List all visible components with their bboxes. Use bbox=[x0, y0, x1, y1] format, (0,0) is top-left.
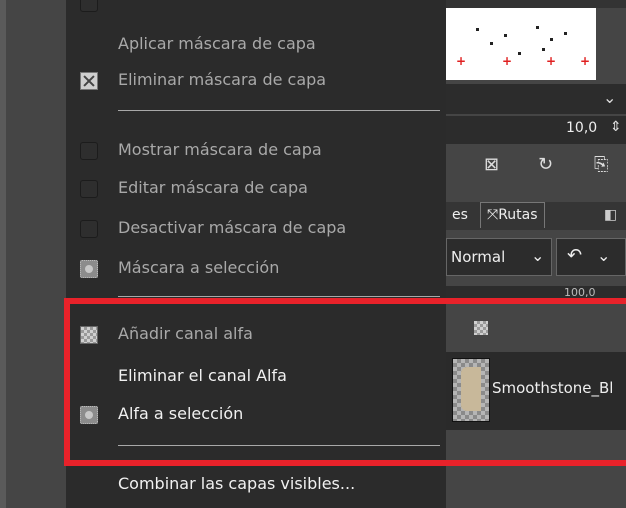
brush-preview[interactable]: + + + + bbox=[446, 8, 596, 80]
menu-item-label: Eliminar el canal Alfa bbox=[118, 366, 287, 385]
spacing-spinner[interactable]: 10,0 ⇕ bbox=[446, 116, 626, 144]
menu-item-label: Mostrar máscara de capa bbox=[118, 140, 322, 159]
menu-item-apply-mask[interactable]: Aplicar máscara de capa bbox=[66, 30, 446, 58]
selection-icon bbox=[80, 260, 98, 278]
dock-icon-row: ⊠ ↻ ⎘ bbox=[446, 148, 626, 184]
menu-item-show-mask[interactable]: Mostrar máscara de capa bbox=[66, 136, 446, 164]
menu-item-edit-mask[interactable]: Editar máscara de capa bbox=[66, 174, 446, 202]
lock-row bbox=[446, 318, 626, 340]
spinner-arrows-icon[interactable]: ⇕ bbox=[610, 119, 622, 135]
toggle-icon bbox=[80, 0, 98, 12]
toggle-icon bbox=[80, 220, 98, 238]
left-panel-edge bbox=[0, 0, 6, 508]
menu-item-label: Desactivar máscara de capa bbox=[118, 218, 347, 237]
layer-mode-row: Normal ⌄ ↶ ⌄ bbox=[446, 238, 626, 278]
mode-value: Normal bbox=[451, 248, 506, 266]
menu-separator bbox=[118, 445, 440, 446]
spacing-value: 10,0 bbox=[566, 120, 598, 136]
tab-menu-icon[interactable]: ◧ bbox=[604, 207, 617, 223]
menu-separator bbox=[118, 296, 440, 297]
menu-separator bbox=[118, 110, 440, 111]
mode-select[interactable]: Normal ⌄ bbox=[446, 238, 552, 276]
alpha-checker-icon bbox=[80, 326, 98, 344]
layer-thumbnail bbox=[452, 358, 490, 422]
brush-dropdown[interactable]: ⌄ bbox=[446, 84, 626, 114]
menu-item-label: Aplicar máscara de capa bbox=[118, 34, 316, 53]
menu-item-label: Alfa a selección bbox=[118, 404, 244, 423]
toggle-icon bbox=[80, 142, 98, 160]
menu-item-remove-alpha[interactable]: Eliminar el canal Alfa bbox=[66, 362, 446, 390]
menu-item-label: Eliminar máscara de capa bbox=[118, 70, 327, 89]
selection-icon bbox=[80, 406, 98, 424]
menu-item-mask-to-selection[interactable]: Máscara a selección bbox=[66, 254, 446, 282]
delete-icon[interactable]: ⊠ bbox=[484, 154, 499, 175]
menu-item-alpha-to-selection[interactable]: Alfa a selección bbox=[66, 400, 446, 428]
menu-item-merge-visible[interactable]: Combinar las capas visibles... bbox=[66, 470, 446, 498]
menu-item-partial-top bbox=[66, 0, 446, 12]
left-panel-strip bbox=[0, 0, 66, 508]
menu-item-label: Añadir canal alfa bbox=[118, 324, 253, 343]
export-icon[interactable]: ⎘ bbox=[594, 154, 608, 175]
refresh-icon[interactable]: ↻ bbox=[538, 154, 553, 175]
dock-top-strip bbox=[446, 0, 626, 8]
opacity-spinner[interactable]: 100,0 bbox=[446, 286, 626, 302]
chevron-down-icon: ⌄ bbox=[531, 246, 545, 265]
tab-paths-label: Rutas bbox=[498, 207, 538, 223]
layer-context-menu: Aplicar máscara de capa Eliminar máscara… bbox=[66, 0, 446, 508]
layer-row[interactable]: Smoothstone_Bl bbox=[446, 352, 626, 430]
tab-paths[interactable]: ⤧Rutas bbox=[480, 202, 545, 228]
chevron-down-icon: ⌄ bbox=[603, 88, 617, 107]
composite-icon: ↶ bbox=[567, 245, 583, 266]
layer-name: Smoothstone_Bl bbox=[492, 379, 614, 397]
menu-item-delete-mask[interactable]: Eliminar máscara de capa bbox=[66, 66, 446, 94]
menu-item-add-alpha[interactable]: Añadir canal alfa bbox=[66, 320, 446, 348]
menu-item-disable-mask[interactable]: Desactivar máscara de capa bbox=[66, 214, 446, 242]
composite-mode-button[interactable]: ↶ ⌄ bbox=[556, 238, 626, 276]
menu-item-label: Combinar las capas visibles... bbox=[118, 474, 356, 493]
lock-alpha-icon[interactable] bbox=[474, 321, 488, 335]
chevron-down-icon: ⌄ bbox=[597, 246, 611, 265]
menu-item-label: Máscara a selección bbox=[118, 258, 280, 277]
delete-mask-icon bbox=[80, 72, 98, 90]
opacity-value: 100,0 bbox=[564, 286, 596, 299]
dock-tabs: es ⤧Rutas ◧ bbox=[446, 202, 626, 230]
paths-icon: ⤧ bbox=[487, 207, 499, 223]
menu-item-label: Editar máscara de capa bbox=[118, 178, 308, 197]
toggle-icon bbox=[80, 180, 98, 198]
tab-layers-partial[interactable]: es bbox=[452, 207, 468, 223]
